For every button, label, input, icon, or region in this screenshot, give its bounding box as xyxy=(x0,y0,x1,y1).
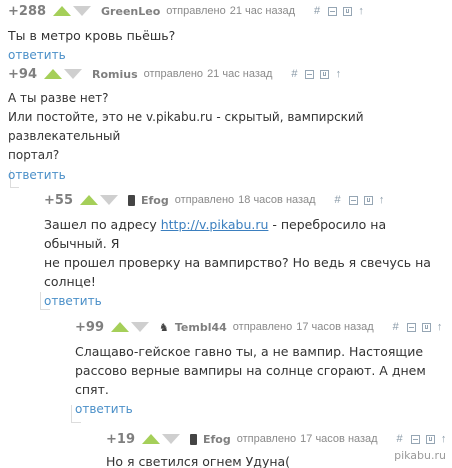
comment-line: А ты разве нет? xyxy=(8,91,109,105)
comment-rating: +94 xyxy=(8,66,37,82)
comment-time: 17 часов назад xyxy=(300,433,378,445)
comment-author[interactable]: Efog xyxy=(141,194,169,207)
comment-author[interactable]: Efog xyxy=(203,433,231,446)
comment-meta: +99 ♞ Tembl44 отправлено 17 часов назад … xyxy=(75,319,452,335)
parent-arrow-icon[interactable]: ↑ xyxy=(376,194,388,206)
comment-tools: # ↑ xyxy=(286,68,344,80)
comment-author[interactable]: Romius xyxy=(92,68,138,81)
comment-time: 18 часов назад xyxy=(238,194,316,206)
comment-line: Ты в метро кровь пьёшь? xyxy=(8,28,176,43)
vote-up-icon[interactable] xyxy=(43,69,62,79)
parent-arrow-icon[interactable]: ↑ xyxy=(438,433,450,445)
comment-author[interactable]: GreenLeo xyxy=(101,5,160,18)
parent-arrow-icon[interactable]: ↑ xyxy=(355,5,367,17)
reply-link[interactable]: ответить xyxy=(8,48,66,62)
parent-arrow-icon[interactable]: ↑ xyxy=(434,321,446,333)
save-icon[interactable] xyxy=(320,69,330,79)
save-icon[interactable] xyxy=(363,195,373,205)
comment-text: А ты разве нет? Или постойте, это не v.p… xyxy=(8,89,452,165)
collapse-icon[interactable] xyxy=(305,69,315,79)
sent-label: отправлено xyxy=(232,321,293,333)
comment: +55 Efog отправлено 18 часов назад # ↑ З… xyxy=(44,192,452,310)
comment-line: солнце! xyxy=(44,274,96,289)
vampire-site-link[interactable]: http://v.pikabu.ru xyxy=(161,217,269,232)
comment-tools: # ↑ xyxy=(392,433,450,445)
comment-tools: # ↑ xyxy=(309,5,367,17)
comment-line: не прошел проверку на вампирство? Но вед… xyxy=(44,255,431,270)
comment-tools: # ↑ xyxy=(330,194,388,206)
comment-meta: +288 GreenLeo отправлено 21 час назад # … xyxy=(8,3,367,19)
sent-label: отправлено xyxy=(143,68,204,80)
vote-up-icon[interactable] xyxy=(110,322,129,332)
comment-meta: +55 Efog отправлено 18 часов назад # ↑ xyxy=(44,192,452,208)
cat-icon: ♞ xyxy=(158,321,169,334)
permalink-icon[interactable]: # xyxy=(388,321,404,333)
collapse-icon[interactable] xyxy=(406,322,416,332)
vote-down-icon[interactable] xyxy=(161,434,180,444)
collapse-icon[interactable] xyxy=(410,434,420,444)
comment-author[interactable]: Tembl44 xyxy=(175,321,227,334)
comment-time: 21 час назад xyxy=(207,68,273,80)
sent-label: отправлено xyxy=(166,5,226,17)
vote-down-icon[interactable] xyxy=(63,69,82,79)
comment-rating: +19 xyxy=(106,431,135,447)
comment-meta: +19 Efog отправлено 17 часов назад # ↑ xyxy=(106,431,450,447)
comment: +99 ♞ Tembl44 отправлено 17 часов назад … xyxy=(75,319,452,418)
comment-text: Зашел по адресу http://v.pikabu.ru - пер… xyxy=(44,215,452,291)
comment-line: рассово верные вампиры на солнце сгорают… xyxy=(75,363,426,397)
comment-text: Ты в метро кровь пьёшь? xyxy=(8,26,367,45)
watermark: pikabu.ru xyxy=(394,449,446,462)
comment-line: Или постойте, это не v.pikabu.ru - скрыт… xyxy=(8,110,364,143)
vote-up-icon[interactable] xyxy=(53,6,72,16)
save-icon[interactable] xyxy=(421,322,431,332)
phone-icon xyxy=(189,433,197,445)
vote-down-icon[interactable] xyxy=(73,6,92,16)
comment-tools: # ↑ xyxy=(388,321,446,333)
comment-text-segment: Зашел по адресу xyxy=(44,217,161,232)
vote-up-icon[interactable] xyxy=(79,195,98,205)
comment-time: 17 часов назад xyxy=(296,321,374,333)
reply-link[interactable]: ответить xyxy=(44,294,102,308)
reply-link[interactable]: ответить xyxy=(8,168,66,182)
collapse-icon[interactable] xyxy=(328,6,338,16)
phone-icon xyxy=(127,194,135,206)
comment: +94 Romius отправлено 21 час назад # ↑ А… xyxy=(8,66,452,184)
vote-up-icon[interactable] xyxy=(141,434,160,444)
comment: +288 GreenLeo отправлено 21 час назад # … xyxy=(8,3,367,64)
permalink-icon[interactable]: # xyxy=(286,68,302,80)
vote-down-icon[interactable] xyxy=(99,195,118,205)
comment-line: Зашел по адресу http://v.pikabu.ru - пер… xyxy=(44,215,452,253)
comment-line: портал? xyxy=(8,148,60,162)
comment-rating: +288 xyxy=(8,3,47,19)
comment-time: 21 час назад xyxy=(229,5,296,17)
reply-link[interactable]: ответить xyxy=(75,402,133,416)
comment-meta: +94 Romius отправлено 21 час назад # ↑ xyxy=(8,66,452,82)
comment-line: Слащаво-гейское гавно ты, а не вампир. Н… xyxy=(75,344,424,359)
vote-down-icon[interactable] xyxy=(130,322,149,332)
permalink-icon[interactable]: # xyxy=(330,194,346,206)
comment-rating: +99 xyxy=(75,319,104,335)
sent-label: отправлено xyxy=(174,194,235,206)
comment-text: Слащаво-гейское гавно ты, а не вампир. Н… xyxy=(75,342,452,399)
sent-label: отправлено xyxy=(236,433,297,445)
save-icon[interactable] xyxy=(425,434,435,444)
comment-rating: +55 xyxy=(44,192,73,208)
permalink-icon[interactable]: # xyxy=(392,433,408,445)
save-icon[interactable] xyxy=(343,6,353,16)
permalink-icon[interactable]: # xyxy=(309,5,325,17)
collapse-icon[interactable] xyxy=(348,195,358,205)
parent-arrow-icon[interactable]: ↑ xyxy=(332,68,344,80)
